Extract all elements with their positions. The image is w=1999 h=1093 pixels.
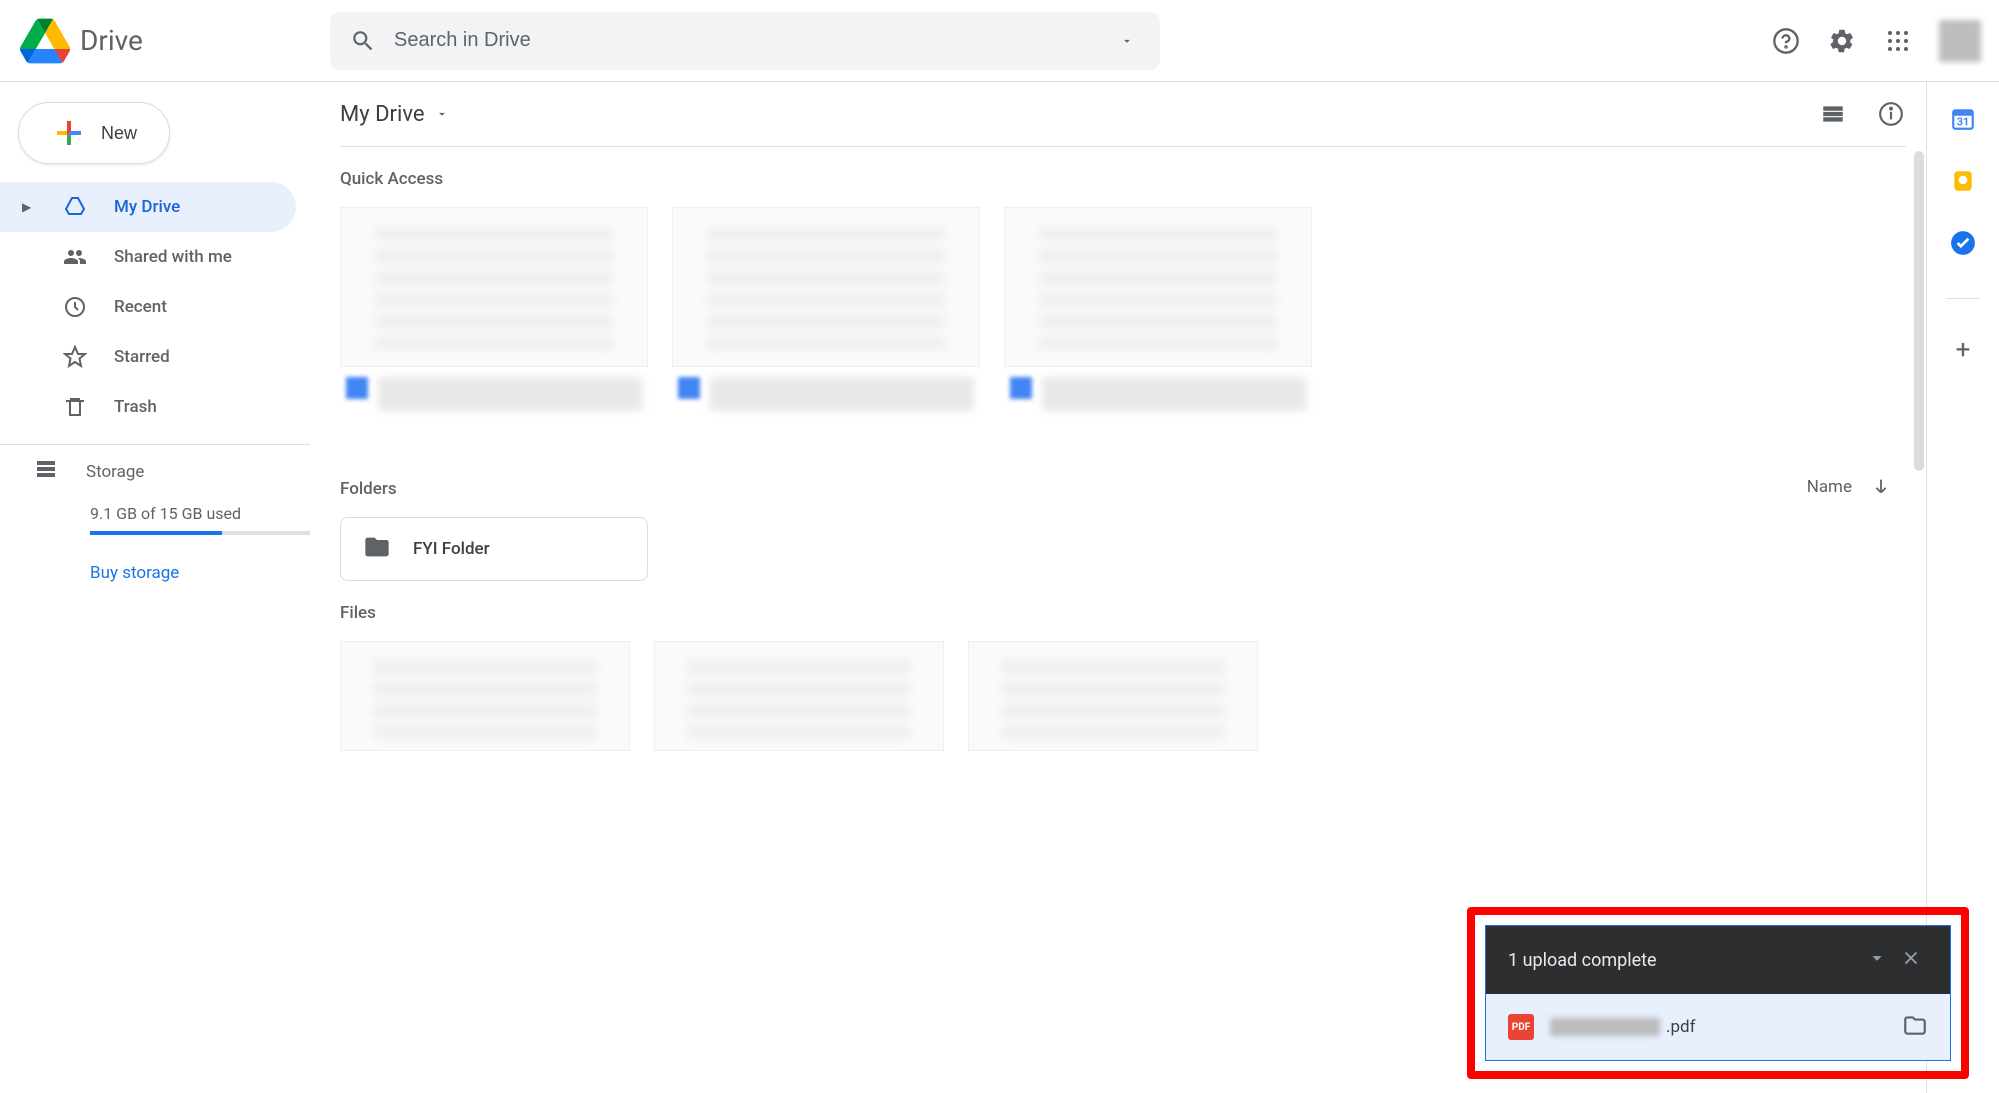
trash-icon: [62, 394, 88, 420]
product-name: Drive: [80, 24, 143, 57]
keep-icon[interactable]: [1950, 168, 1976, 194]
nav-trash[interactable]: Trash: [0, 382, 296, 432]
new-button[interactable]: New: [18, 102, 170, 164]
buy-storage-link[interactable]: Buy storage: [0, 563, 310, 583]
files-heading: Files: [340, 603, 1896, 623]
nav-starred[interactable]: Starred: [0, 332, 296, 382]
apps-icon[interactable]: [1883, 26, 1913, 56]
upload-item[interactable]: PDF .pdf: [1486, 994, 1950, 1060]
people-icon: [62, 244, 88, 270]
upload-toast: 1 upload complete PDF .pdf: [1485, 925, 1951, 1061]
nav-recent[interactable]: Recent: [0, 282, 296, 332]
folder-icon: [363, 533, 391, 565]
info-icon[interactable]: [1876, 99, 1906, 129]
folders-heading: Folders: [340, 479, 397, 499]
nav-label: Recent: [114, 297, 167, 317]
sort-arrow-icon[interactable]: [1866, 472, 1896, 502]
folder-item[interactable]: FYI Folder: [340, 517, 648, 581]
collapse-icon[interactable]: [1860, 941, 1894, 980]
list-view-icon[interactable]: [1818, 99, 1848, 129]
nav-label: My Drive: [114, 197, 180, 217]
nav-my-drive[interactable]: ▶ My Drive: [0, 182, 296, 232]
drive-logo-icon: [20, 16, 70, 66]
quick-access-card[interactable]: [672, 207, 980, 433]
storage-icon: [34, 457, 58, 486]
header-actions: [1771, 20, 1981, 62]
scrollbar[interactable]: [1914, 151, 1924, 471]
breadcrumb-label: My Drive: [340, 102, 425, 127]
clock-icon: [62, 294, 88, 320]
settings-icon[interactable]: [1827, 26, 1857, 56]
quick-access-heading: Quick Access: [340, 169, 1896, 189]
search-bar[interactable]: [330, 12, 1160, 70]
svg-text:31: 31: [1957, 116, 1969, 129]
breadcrumb[interactable]: My Drive: [340, 102, 449, 127]
help-icon[interactable]: [1771, 26, 1801, 56]
calendar-icon[interactable]: 31: [1950, 106, 1976, 132]
sidebar: New ▶ My Drive Shared with me: [0, 82, 310, 1093]
upload-filename: .pdf: [1550, 1017, 1886, 1037]
file-item[interactable]: [340, 641, 630, 751]
account-avatar[interactable]: [1939, 20, 1981, 62]
storage-usage-text: 9.1 GB of 15 GB used: [0, 504, 310, 523]
sort-label[interactable]: Name: [1807, 477, 1852, 497]
tasks-icon[interactable]: [1950, 230, 1976, 256]
nav-label: Shared with me: [114, 247, 232, 267]
new-button-label: New: [101, 123, 137, 144]
quick-access-card[interactable]: [340, 207, 648, 433]
pdf-icon: PDF: [1508, 1014, 1534, 1040]
upload-title: 1 upload complete: [1508, 950, 1657, 971]
nav-label: Starred: [114, 347, 170, 367]
addons-icon[interactable]: +: [1956, 335, 1971, 365]
expand-icon[interactable]: ▶: [22, 200, 36, 214]
search-icon[interactable]: [348, 26, 378, 56]
dropdown-icon: [435, 107, 449, 121]
storage-label: Storage: [86, 462, 144, 482]
highlight-annotation: 1 upload complete PDF .pdf: [1467, 907, 1969, 1079]
nav-storage[interactable]: Storage: [0, 457, 310, 486]
search-input[interactable]: [394, 29, 1096, 52]
folder-name: FYI Folder: [413, 539, 490, 559]
search-options-icon[interactable]: [1112, 26, 1142, 56]
locate-folder-icon[interactable]: [1902, 1012, 1928, 1042]
nav-shared[interactable]: Shared with me: [0, 232, 296, 282]
file-item[interactable]: [968, 641, 1258, 751]
file-item[interactable]: [654, 641, 944, 751]
quick-access-card[interactable]: [1004, 207, 1312, 433]
drive-logo[interactable]: Drive: [20, 16, 320, 66]
storage-bar: [90, 531, 310, 535]
drive-icon: [62, 194, 88, 220]
nav-label: Trash: [114, 397, 157, 417]
plus-icon: [51, 115, 87, 151]
star-icon: [62, 344, 88, 370]
close-icon[interactable]: [1894, 941, 1928, 980]
app-header: Drive: [0, 0, 1999, 82]
